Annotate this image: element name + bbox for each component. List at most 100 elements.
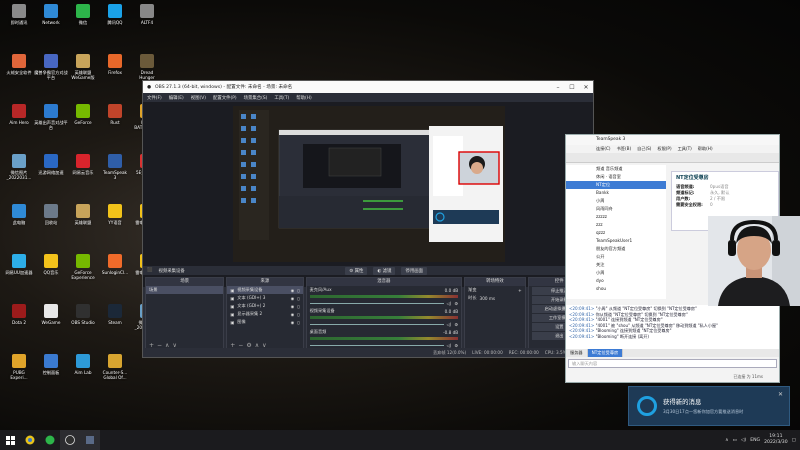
ts-tree-item[interactable]: 公开 [566, 253, 666, 261]
taskbar-wechat-icon[interactable] [40, 430, 60, 450]
lock-icon[interactable]: ▯ [297, 296, 299, 301]
ts-tree-item[interactable]: dyo [566, 277, 666, 285]
desktop-icon[interactable]: GeForce [66, 104, 100, 136]
desktop-icon[interactable]: 微信 [66, 4, 100, 36]
visibility-eye-icon[interactable]: ◉ [291, 320, 295, 325]
desktop-icon[interactable]: Network [34, 4, 68, 36]
tray-up-chevron-icon[interactable]: ∧ [725, 438, 728, 443]
desktop-icon[interactable]: 英雄出声音对战平台 [34, 104, 68, 136]
desktop-icon[interactable]: 即时通讯 [2, 4, 36, 36]
ts-menu-item[interactable]: 权限(P) [657, 146, 671, 152]
obs-titlebar[interactable]: ● OBS 27.1.3 (64-bit, windows) - 配置文件: 未… [143, 81, 593, 93]
maximize-icon[interactable]: ☐ [565, 84, 579, 91]
ts-tree-item[interactable]: TeamSpeakUser1 [566, 237, 666, 245]
desktop-icon[interactable]: TeamSpeak 3 [98, 154, 132, 186]
desktop-icon[interactable]: PUBG Experi... [2, 354, 36, 386]
desktop-icon[interactable]: Counter-S... Global Of... [98, 354, 132, 386]
ts-tree-item[interactable]: 频道 音乐频道 [566, 165, 666, 173]
desktop-icon[interactable]: SunloginCl... [98, 254, 132, 286]
source-item[interactable]: ▣ 文本 (GDI+) 3 ◉ ▯ [227, 294, 302, 302]
ts-tree-item[interactable]: qzzz [566, 229, 666, 237]
desktop-icon[interactable]: Dota 2 [2, 304, 36, 336]
desktop-icon[interactable]: Aim Lab [66, 354, 100, 386]
obs-menu-item[interactable]: 工具(T) [274, 95, 289, 101]
ts-menu-item[interactable]: 工具(T) [678, 146, 692, 152]
desktop-icon[interactable]: 迅游网络加速 [34, 154, 68, 186]
taskbar-chrome-icon[interactable] [20, 430, 40, 450]
ts-tree-item[interactable]: shou [566, 285, 666, 293]
ts-toolbar[interactable] [566, 153, 779, 163]
ts-tree-item[interactable]: 小周 [566, 197, 666, 205]
lock-icon[interactable]: ▯ [297, 312, 299, 317]
taskbar-obs-icon[interactable] [60, 430, 80, 450]
desktop-icon[interactable]: Firefox [98, 54, 132, 86]
desktop-icon[interactable]: Rust [98, 104, 132, 136]
visibility-eye-icon[interactable]: ◉ [291, 288, 295, 293]
desktop-icon[interactable]: QQ音乐 [34, 254, 68, 286]
ts-tree-item[interactable]: 小周 [566, 269, 666, 277]
obs-menu-item[interactable]: 配置文件(P) [213, 95, 237, 101]
desktop-icon[interactable]: Aim Hero [2, 104, 36, 136]
speaker-icon[interactable]: ◁) [447, 322, 452, 327]
notification-toast[interactable]: 获得新的消息 3月30日17点—您新你加官方要推送消息时 ✕ [628, 386, 790, 426]
ts-chat-input[interactable]: 输入聊天内容 [568, 359, 777, 368]
desktop-icon[interactable]: WeGame [34, 304, 68, 336]
ts-tree-item[interactable]: 关注 [566, 261, 666, 269]
tray-language[interactable]: ENG [750, 438, 760, 443]
desktop-icon[interactable]: 魔兽争霸官方对战平台 [34, 54, 68, 86]
filters-button[interactable]: ◐ 滤镜 [373, 266, 396, 275]
obs-menu-item[interactable]: 场景集合(S) [244, 95, 268, 101]
ts-menu-item[interactable]: 自己(S) [637, 146, 651, 152]
obs-menu-item[interactable]: 文件(F) [147, 95, 162, 101]
volume-slider[interactable] [309, 323, 444, 325]
taskbar-clock[interactable]: 19:11 2022/3/30 [764, 434, 788, 446]
desktop-icon[interactable]: 英雄联盟 WeGame版 [66, 54, 100, 86]
desktop-icon[interactable]: 微信图片 _2022031... [2, 154, 36, 186]
visibility-eye-icon[interactable]: ◉ [291, 296, 295, 301]
minimize-icon[interactable]: – [551, 84, 565, 91]
lock-icon[interactable]: ▯ [297, 320, 299, 325]
visibility-eye-icon[interactable]: ◉ [291, 312, 295, 317]
obs-menu-item[interactable]: 编辑(E) [169, 95, 184, 101]
obs-preview[interactable] [143, 102, 593, 287]
ts-menu-item[interactable]: 书签(B) [617, 146, 632, 152]
source-item[interactable]: ▣ 显示器采集 2 ◉ ▯ [227, 310, 302, 318]
volume-slider[interactable] [309, 302, 444, 304]
ts-menu-item[interactable]: 帮助(H) [698, 146, 713, 152]
scene-item[interactable]: 场景 [146, 286, 224, 294]
preview-canvas[interactable] [233, 106, 505, 262]
notification-close-icon[interactable]: ✕ [778, 391, 783, 398]
tray-volume-icon[interactable]: ◁) [741, 438, 746, 443]
desktop-icon[interactable]: 英雄联盟 [66, 204, 100, 236]
ts-chat-tabs[interactable]: 服务器 NT定位受尊房 [566, 349, 779, 357]
ts-titlebar[interactable]: TeamSpeak 3 [566, 135, 779, 145]
ts-tree-item[interactable]: 风雨同舟 [566, 205, 666, 213]
ts-menu-item[interactable]: 连接(C) [596, 146, 611, 152]
ts-chat-tab[interactable]: NT定位受尊房 [587, 349, 624, 357]
gear-icon[interactable]: ⚙ [454, 343, 458, 348]
ts-tree-item[interactable]: zzzzz [566, 213, 666, 221]
plus-icon[interactable]: + [518, 288, 522, 293]
speaker-icon[interactable]: ◁) [447, 301, 452, 306]
desktop-icon[interactable]: 网易UU加速器 [2, 254, 36, 286]
desktop-icon[interactable]: 网易云音乐 [66, 154, 100, 186]
obs-window[interactable]: ● OBS 27.1.3 (64-bit, windows) - 配置文件: 未… [142, 80, 594, 358]
gear-icon[interactable]: ⚙ [454, 322, 458, 327]
ts-tree-item[interactable]: NT定位 [566, 181, 666, 189]
speaker-icon[interactable]: ◁) [447, 343, 452, 348]
desktop-icon[interactable]: 此电脑 [2, 204, 36, 236]
desktop-icon[interactable]: ALTF4 [130, 4, 164, 36]
source-item[interactable]: ▣ 图像 ◉ ▯ [227, 318, 302, 326]
desktop-icon[interactable]: 火绒安全软件 [2, 54, 36, 86]
taskbar-teamspeak-icon[interactable] [80, 430, 100, 450]
desktop-icon[interactable]: 回收站 [34, 204, 68, 236]
volume-slider[interactable] [309, 344, 444, 346]
properties-button[interactable]: ⚙ 属性 [345, 266, 368, 275]
obs-menu-item[interactable]: 视图(V) [191, 95, 206, 101]
ts-chat-tab[interactable]: 服务器 [566, 349, 588, 357]
desktop-icon[interactable]: 控制面板 [34, 354, 68, 386]
visibility-eye-icon[interactable]: ◉ [291, 304, 295, 309]
gear-icon[interactable]: ⚙ [454, 301, 458, 306]
desktop-icon[interactable]: 腾讯QQ [98, 4, 132, 36]
transition-select[interactable]: 渐变 + [465, 286, 524, 294]
